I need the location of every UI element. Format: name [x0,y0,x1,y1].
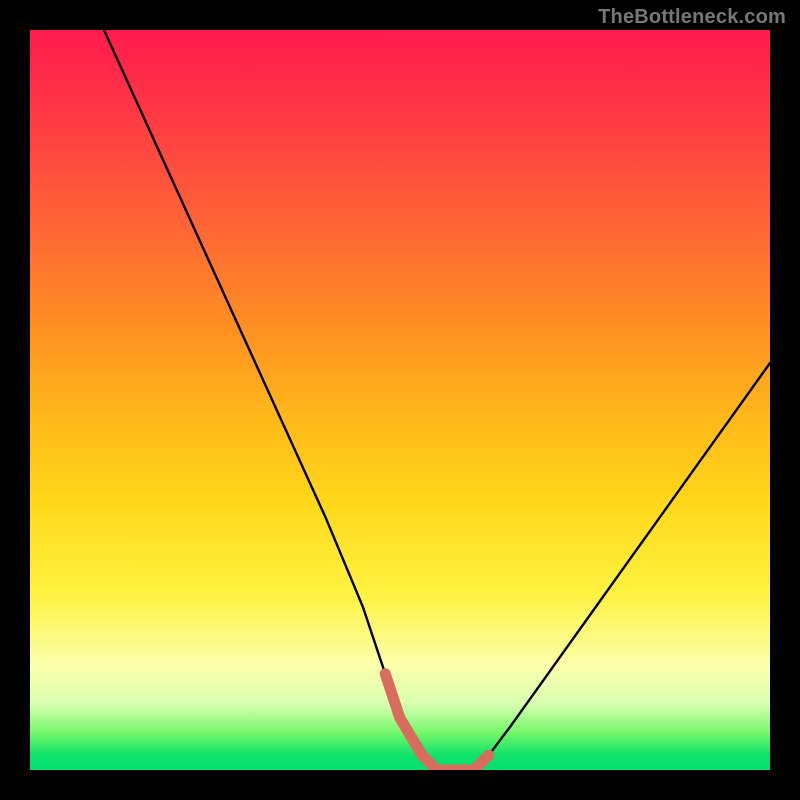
watermark-text: TheBottleneck.com [598,6,786,29]
chart-stage: TheBottleneck.com [0,0,800,800]
optimal-range-marker [385,674,489,770]
bottleneck-curve [104,30,770,770]
chart-svg [30,30,770,770]
chart-plot-area [30,30,770,770]
